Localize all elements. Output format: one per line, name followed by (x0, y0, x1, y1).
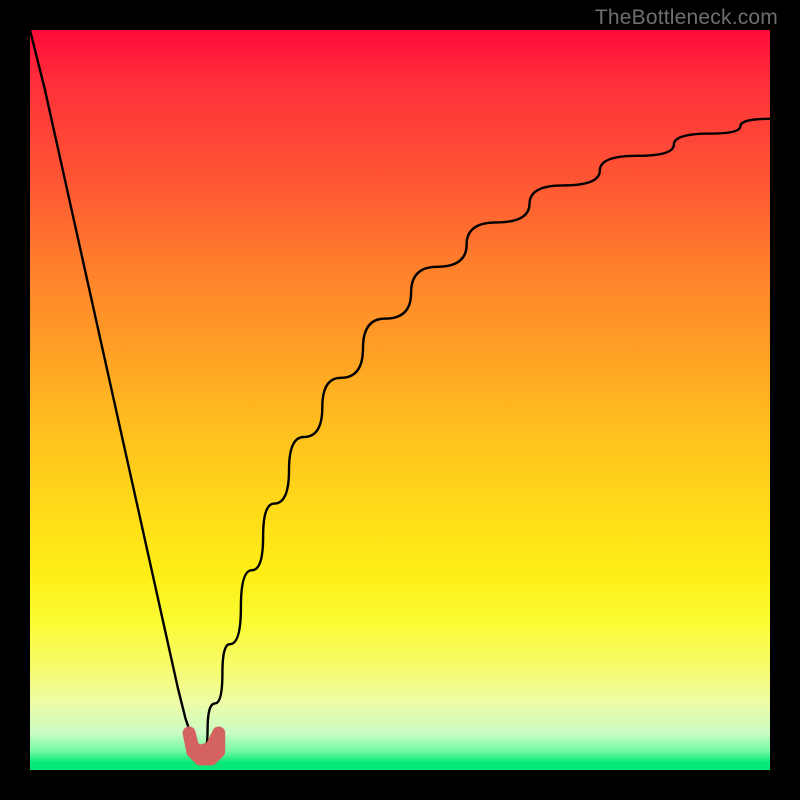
bottleneck-curve (30, 30, 770, 759)
plot-area (30, 30, 770, 770)
curve-layer (30, 30, 770, 770)
chart-frame: TheBottleneck.com (0, 0, 800, 800)
watermark-text: TheBottleneck.com (595, 6, 778, 30)
curve-left-branch (30, 30, 200, 755)
curve-right-branch (200, 119, 770, 755)
min-marker (189, 733, 219, 759)
